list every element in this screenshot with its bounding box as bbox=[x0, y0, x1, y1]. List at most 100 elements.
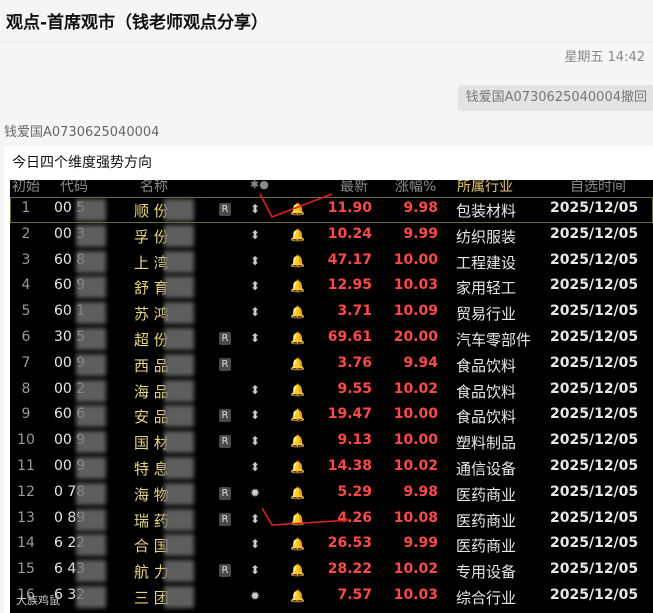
industry: 工程建设 bbox=[456, 253, 517, 272]
chat-title-bar: 观点-首席观市（钱老师观点分享） bbox=[0, 0, 653, 43]
change-percent: 9.99 bbox=[403, 225, 438, 242]
bell-icon[interactable]: 🔔 bbox=[290, 202, 305, 216]
row-index: 5 bbox=[21, 303, 31, 320]
redaction-blur bbox=[76, 224, 106, 247]
bell-icon[interactable]: 🔔 bbox=[290, 563, 305, 577]
table-row[interactable]: 2 00 3孚 份 ⬍ 10.24 9.99 纺织服装 2025/12/05 🔔 bbox=[10, 223, 653, 249]
table-row[interactable]: 15 6 43 航 力 ⬍ 28.22 10.02 专用设备 2025/12/05 R 🔔 bbox=[10, 558, 653, 584]
table-row[interactable]: 9 60 6安 品 ⬍ 19.47 10.00 食品饮料 2025/12/05 R 🔔 bbox=[10, 403, 653, 429]
industry: 专用设备 bbox=[456, 563, 517, 582]
r-badge: R bbox=[219, 203, 231, 216]
redaction-blur bbox=[164, 534, 194, 557]
bell-icon[interactable]: 🔔 bbox=[290, 357, 305, 371]
latest-price: 12.95 bbox=[327, 277, 372, 294]
redaction-blur bbox=[164, 224, 194, 247]
row-status-icon: ⬍ bbox=[250, 279, 261, 294]
bell-icon[interactable]: 🔔 bbox=[290, 434, 305, 448]
bell-icon[interactable]: 🔔 bbox=[290, 589, 305, 603]
row-status-icon: ⬍ bbox=[250, 382, 261, 397]
row-index: 15 bbox=[17, 561, 35, 578]
added-date: 2025/12/05 bbox=[550, 432, 639, 449]
redaction-blur bbox=[164, 457, 194, 479]
redaction-blur bbox=[76, 302, 106, 325]
change-percent: 9.99 bbox=[403, 535, 438, 552]
row-status-icon: ⬍ bbox=[250, 202, 261, 216]
redaction-blur bbox=[164, 405, 194, 428]
table-row[interactable]: 5 60 1苏 鸿 ⬍ 3.71 10.09 贸易行业 2025/12/05 🔔 bbox=[10, 300, 653, 326]
sender-name: 钱爱国A0730625040004 bbox=[4, 125, 160, 140]
redaction-blur bbox=[76, 508, 106, 531]
added-date: 2025/12/05 bbox=[550, 535, 639, 552]
bell-icon[interactable]: 🔔 bbox=[290, 228, 305, 242]
r-badge: R bbox=[219, 564, 231, 578]
header-industry: 所属行业 bbox=[457, 180, 513, 195]
row-status-icon: ⬍ bbox=[250, 227, 261, 242]
r-badge: R bbox=[219, 512, 231, 526]
message-bubble[interactable]: 今日四个维度强势方向 初始 代码 名称 ✱● 最新 涨幅% 所属行业 自选时间 … bbox=[4, 146, 653, 613]
bell-icon[interactable]: 🔔 bbox=[290, 254, 305, 268]
stock-list-screenshot[interactable]: 初始 代码 名称 ✱● 最新 涨幅% 所属行业 自选时间 1 00 5顺 份 ⬍ 11… bbox=[10, 180, 653, 613]
table-row[interactable]: 10 00 9国 材 ⬍ 9.13 10.00 塑料制品 2025/12/05 R 🔔 bbox=[10, 429, 653, 455]
added-date: 2025/12/05 bbox=[550, 251, 639, 268]
redaction-blur bbox=[76, 482, 106, 505]
redaction-blur bbox=[76, 250, 106, 273]
redaction-blur bbox=[164, 276, 194, 299]
row-index: 9 bbox=[21, 406, 31, 423]
bell-icon[interactable]: 🔔 bbox=[290, 537, 305, 551]
table-row[interactable]: 6 30 5超 份 ⬍ 69.61 20.00 汽车零部件 2025/12/05 R 🔔 bbox=[10, 326, 653, 352]
bell-icon[interactable]: 🔔 bbox=[290, 512, 305, 526]
industry: 综合行业 bbox=[456, 589, 517, 607]
added-date: 2025/12/05 bbox=[550, 509, 639, 526]
bell-icon[interactable]: 🔔 bbox=[290, 460, 305, 474]
header-name: 名称 bbox=[140, 180, 168, 195]
table-row[interactable]: 1 00 5顺 份 ⬍ 11.90 9.98 包装材料 2025/12/05 R 🔔 bbox=[10, 197, 653, 223]
redaction-blur bbox=[76, 457, 106, 479]
table-row[interactable]: 7 00 9西 品 3.76 9.94 食品饮料 2025/12/05 R 🔔 bbox=[10, 352, 653, 378]
table-row[interactable]: 14 6 22 合 国 ⬍ 26.53 9.99 医药商业 2025/12/05 🔔 bbox=[10, 532, 653, 558]
latest-price: 69.61 bbox=[327, 329, 372, 345]
industry: 纺织服装 bbox=[456, 227, 517, 246]
row-status-icon: ⬍ bbox=[250, 331, 261, 345]
redaction-blur bbox=[76, 405, 106, 428]
redaction-blur bbox=[164, 379, 194, 402]
change-percent: 10.00 bbox=[393, 432, 438, 449]
redaction-blur bbox=[76, 431, 106, 454]
bell-icon[interactable]: 🔔 bbox=[290, 279, 305, 293]
redaction-blur bbox=[164, 586, 194, 608]
bell-icon[interactable]: 🔔 bbox=[290, 383, 305, 397]
table-header: 初始 代码 名称 ✱● 最新 涨幅% 所属行业 自选时间 bbox=[10, 180, 653, 195]
table-row[interactable]: 16 6 32 三 团 ✹ 7.57 10.03 综合行业 2025/12/05 🔔 bbox=[10, 584, 653, 610]
latest-price: 5.29 bbox=[337, 483, 372, 500]
redaction-blur bbox=[76, 276, 106, 299]
redaction-blur bbox=[164, 508, 194, 531]
industry: 食品饮料 bbox=[456, 356, 517, 375]
redaction-blur bbox=[164, 560, 194, 583]
latest-price: 7.57 bbox=[337, 587, 372, 603]
bell-icon[interactable]: 🔔 bbox=[290, 331, 305, 345]
redaction-blur bbox=[76, 560, 106, 583]
table-row[interactable]: 8 00 2海 品 ⬍ 9.55 10.02 食品饮料 2025/12/05 🔔 bbox=[10, 378, 653, 404]
bell-icon[interactable]: 🔔 bbox=[290, 486, 305, 500]
redaction-blur bbox=[164, 302, 194, 325]
change-percent: 9.98 bbox=[403, 483, 438, 500]
table-row[interactable]: 12 0 78 海 物 ✹ 5.29 9.98 医药商业 2025/12/05 R 🔔 bbox=[10, 481, 653, 507]
row-index: 1 bbox=[21, 200, 31, 216]
added-date: 2025/12/05 bbox=[550, 380, 639, 397]
added-date: 2025/12/05 bbox=[550, 225, 639, 242]
redaction-blur bbox=[164, 431, 194, 454]
latest-price: 9.55 bbox=[337, 380, 372, 397]
table-row[interactable]: 13 0 89 瑞 药 ⬍ 4.26 10.08 医药商业 2025/12/05 R 🔔 bbox=[10, 507, 653, 533]
table-row[interactable]: 11 00 9特 息 ⬍ 14.38 10.02 通信设备 2025/12/05 🔔 bbox=[10, 455, 653, 481]
change-percent: 10.02 bbox=[393, 561, 438, 578]
industry: 包装材料 bbox=[456, 202, 517, 220]
bell-icon[interactable]: 🔔 bbox=[290, 305, 305, 319]
industry: 医药商业 bbox=[456, 511, 517, 530]
change-percent: 20.00 bbox=[393, 329, 438, 345]
bell-icon[interactable]: 🔔 bbox=[290, 408, 305, 422]
latest-price: 47.17 bbox=[327, 251, 372, 268]
redaction-blur bbox=[164, 482, 194, 505]
table-row[interactable]: 4 60 9舒 育 ⬍ 12.95 10.03 家用轻工 2025/12/05 🔔 bbox=[10, 274, 653, 300]
table-row[interactable]: 3 60 8上 湾 ⬍ 47.17 10.00 工程建设 2025/12/05 🔔 bbox=[10, 249, 653, 275]
latest-price: 3.71 bbox=[337, 303, 372, 320]
latest-price: 3.76 bbox=[337, 354, 372, 371]
